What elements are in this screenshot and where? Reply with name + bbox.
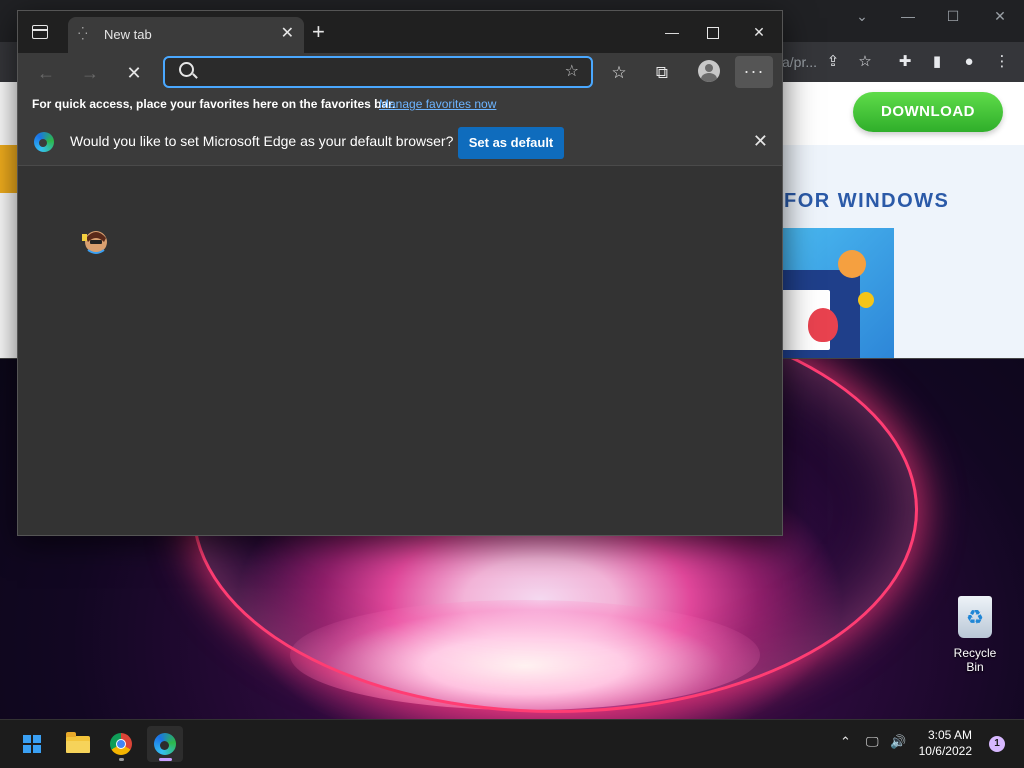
chevron-down-icon[interactable]: ⌄ — [852, 6, 872, 26]
profile-avatar-icon[interactable] — [698, 60, 720, 82]
windows-logo-icon — [23, 735, 41, 753]
add-favorite-icon[interactable]: ☆ — [565, 61, 579, 81]
tab-actions-icon[interactable] — [32, 25, 48, 39]
strawberry-icon — [808, 308, 838, 342]
forward-arrow-icon[interactable]: → — [76, 59, 104, 87]
collections-icon[interactable]: ⧉ — [648, 59, 676, 87]
recycle-bin-icon — [958, 596, 992, 638]
edge-window[interactable]: ⁛ New tab ✕ + — ✕ ← → ✕ ☆ ☆ ⧉ ··· For qu… — [17, 10, 783, 536]
recycle-bin-label: Recycle Bin — [953, 646, 997, 674]
chrome-taskbar-button[interactable] — [103, 726, 139, 762]
side-panel-icon[interactable]: ▮ — [925, 50, 949, 74]
chevron-up-icon[interactable]: ⌃ — [840, 734, 851, 750]
close-icon[interactable]: ✕ — [753, 131, 768, 152]
file-explorer-button[interactable] — [59, 726, 95, 762]
clock-date: 10/6/2022 — [918, 744, 972, 758]
favorites-bar-hint: For quick access, place your favorites h… — [32, 97, 396, 111]
edge-icon — [154, 733, 176, 755]
share-icon[interactable]: ⇪ — [821, 50, 845, 74]
lemon-icon — [858, 292, 874, 308]
close-icon[interactable]: ✕ — [990, 6, 1010, 26]
edge-titlebar[interactable]: ⁛ New tab ✕ + — ✕ — [18, 11, 782, 53]
settings-more-button[interactable]: ··· — [735, 56, 773, 88]
search-icon — [179, 62, 194, 77]
running-indicator — [119, 758, 124, 761]
maximize-icon[interactable] — [699, 21, 727, 43]
edge-logo-icon — [34, 132, 54, 152]
address-input[interactable] — [205, 60, 549, 84]
stop-loading-icon[interactable]: ✕ — [120, 59, 148, 87]
chrome-icon — [110, 733, 132, 755]
set-as-default-button[interactable]: Set as default — [458, 127, 564, 159]
close-tab-icon[interactable]: ✕ — [281, 25, 294, 43]
infobar-message: Would you like to set Microsoft Edge as … — [70, 133, 454, 149]
star-icon[interactable]: ☆ — [853, 50, 877, 74]
folder-icon — [66, 732, 90, 753]
taskbar: ⌃ 🖵 🔊 3:05 AM 10/6/2022 1 — [0, 719, 1024, 768]
system-clock[interactable]: 3:05 AM 10/6/2022 — [919, 727, 972, 759]
network-icon[interactable]: 🖵 — [866, 734, 879, 750]
address-bar[interactable]: ☆ — [163, 56, 593, 88]
download-button[interactable]: DOWNLOAD — [853, 92, 1003, 132]
favorites-bar: For quick access, place your favorites h… — [18, 91, 782, 117]
notification-badge[interactable]: 1 — [989, 736, 1005, 752]
active-indicator — [159, 758, 172, 761]
default-browser-infobar: Would you like to set Microsoft Edge as … — [18, 117, 782, 166]
peach-icon — [838, 250, 866, 278]
tab-new-tab[interactable]: ⁛ New tab ✕ — [68, 17, 304, 53]
edge-taskbar-button[interactable] — [147, 726, 183, 762]
minimize-icon[interactable]: — — [658, 21, 686, 43]
minimize-icon[interactable]: — — [898, 6, 918, 26]
edge-page-content — [18, 166, 782, 535]
close-window-icon[interactable]: ✕ — [745, 21, 773, 43]
favorites-icon[interactable]: ☆ — [605, 59, 633, 87]
new-tab-button[interactable]: + — [312, 20, 325, 44]
tab-title: New tab — [104, 27, 152, 42]
menu-icon[interactable]: ⋮ — [990, 50, 1014, 74]
chrome-url-fragment[interactable]: a/pr... — [782, 48, 817, 76]
clock-time: 3:05 AM — [927, 728, 972, 742]
start-button[interactable] — [14, 726, 50, 762]
edge-toolbar: ← → ✕ ☆ ☆ ⧉ ··· — [18, 53, 782, 91]
promo-heading: FOR WINDOWS — [784, 190, 950, 212]
loading-spinner-icon: ⁛ — [78, 27, 88, 41]
extensions-icon[interactable]: ✚ — [893, 50, 917, 74]
page-accent-strip — [0, 145, 18, 193]
profile-icon[interactable]: ● — [957, 50, 981, 74]
manage-favorites-link[interactable]: Manage favorites now — [379, 97, 496, 111]
recycle-bin[interactable]: Recycle Bin — [944, 596, 1006, 674]
volume-icon[interactable]: 🔊 — [890, 734, 906, 750]
maximize-icon[interactable]: ☐ — [943, 6, 963, 26]
avatar-sticker-icon — [82, 231, 107, 254]
back-arrow-icon[interactable]: ← — [32, 59, 60, 87]
